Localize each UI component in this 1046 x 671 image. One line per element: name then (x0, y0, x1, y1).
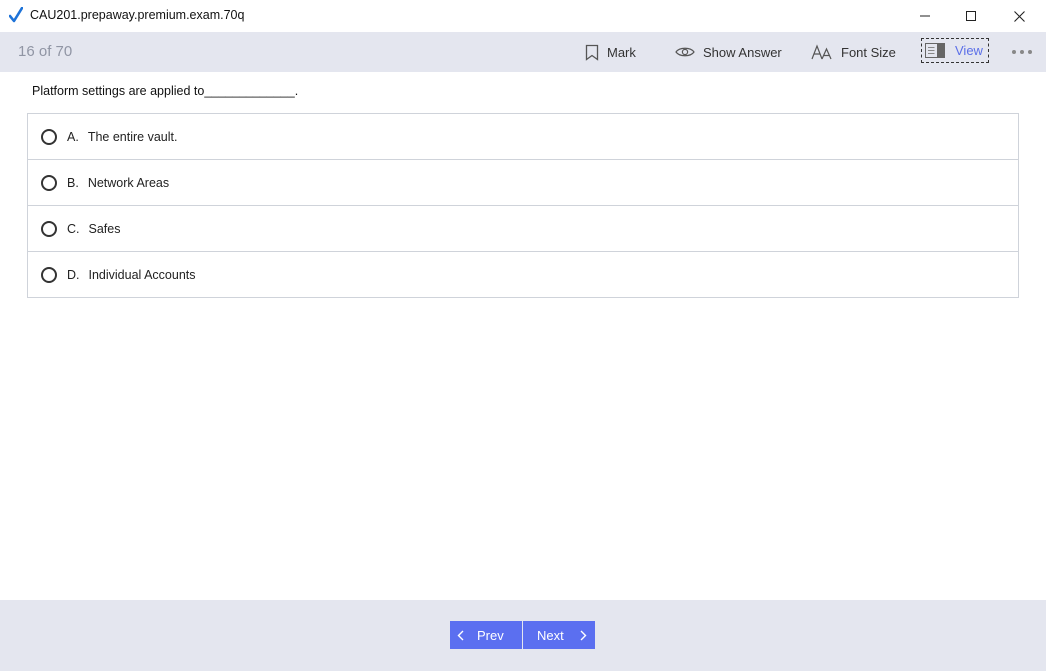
more-icon (1012, 50, 1032, 54)
option-a[interactable]: A. The entire vault. (28, 114, 1018, 159)
mark-label: Mark (607, 44, 636, 60)
minimize-icon (920, 15, 930, 17)
option-d[interactable]: D. Individual Accounts (28, 251, 1018, 297)
minimize-button[interactable] (902, 0, 948, 32)
next-button[interactable]: Next (523, 621, 595, 649)
option-letter: B. (67, 175, 79, 190)
view-label: View (955, 43, 983, 58)
eye-icon (675, 47, 695, 57)
mark-button[interactable]: Mark (585, 32, 636, 72)
checkmark-icon (9, 7, 23, 23)
chevron-left-icon (457, 630, 464, 640)
footer-bar: Prev Next (0, 600, 1046, 671)
option-letter: C. (67, 221, 80, 236)
answer-options: A. The entire vault. B. Network Areas C.… (27, 113, 1019, 298)
toolbar: 16 of 70 Mark Show Answer Font Size View (0, 32, 1046, 72)
question-counter: 16 of 70 (18, 43, 73, 60)
radio-button[interactable] (41, 174, 57, 191)
option-letter: A. (67, 129, 79, 144)
option-text: Individual Accounts (88, 267, 196, 282)
radio-button[interactable] (41, 220, 57, 237)
font-size-button[interactable]: Font Size (811, 32, 896, 72)
close-button[interactable] (996, 0, 1042, 32)
title-bar: CAU201.prepaway.premium.exam.70q (0, 0, 1046, 32)
option-b[interactable]: B. Network Areas (28, 159, 1018, 205)
option-c[interactable]: C. Safes (28, 205, 1018, 251)
bookmark-icon (585, 44, 599, 61)
next-label: Next (537, 627, 564, 643)
maximize-icon (966, 11, 976, 21)
font-size-icon (811, 43, 832, 59)
option-text: The entire vault. (87, 129, 178, 144)
window-title: CAU201.prepaway.premium.exam.70q (30, 8, 245, 22)
more-button[interactable] (1012, 50, 1032, 54)
font-size-label: Font Size (841, 44, 896, 60)
show-answer-button[interactable]: Show Answer (675, 32, 782, 72)
close-icon (1013, 10, 1025, 22)
option-letter: D. (67, 267, 80, 282)
maximize-button[interactable] (948, 0, 994, 32)
question-text: Platform settings are applied to________… (32, 84, 299, 98)
radio-button[interactable] (41, 128, 57, 145)
option-text: Network Areas (87, 175, 170, 190)
prev-label: Prev (477, 627, 504, 643)
view-layout-icon (925, 43, 945, 58)
show-answer-label: Show Answer (703, 44, 782, 60)
chevron-right-icon (580, 630, 587, 640)
radio-button[interactable] (41, 266, 57, 283)
prev-button[interactable]: Prev (450, 621, 522, 649)
view-button[interactable]: View (921, 38, 989, 63)
option-text: Safes (88, 221, 121, 236)
